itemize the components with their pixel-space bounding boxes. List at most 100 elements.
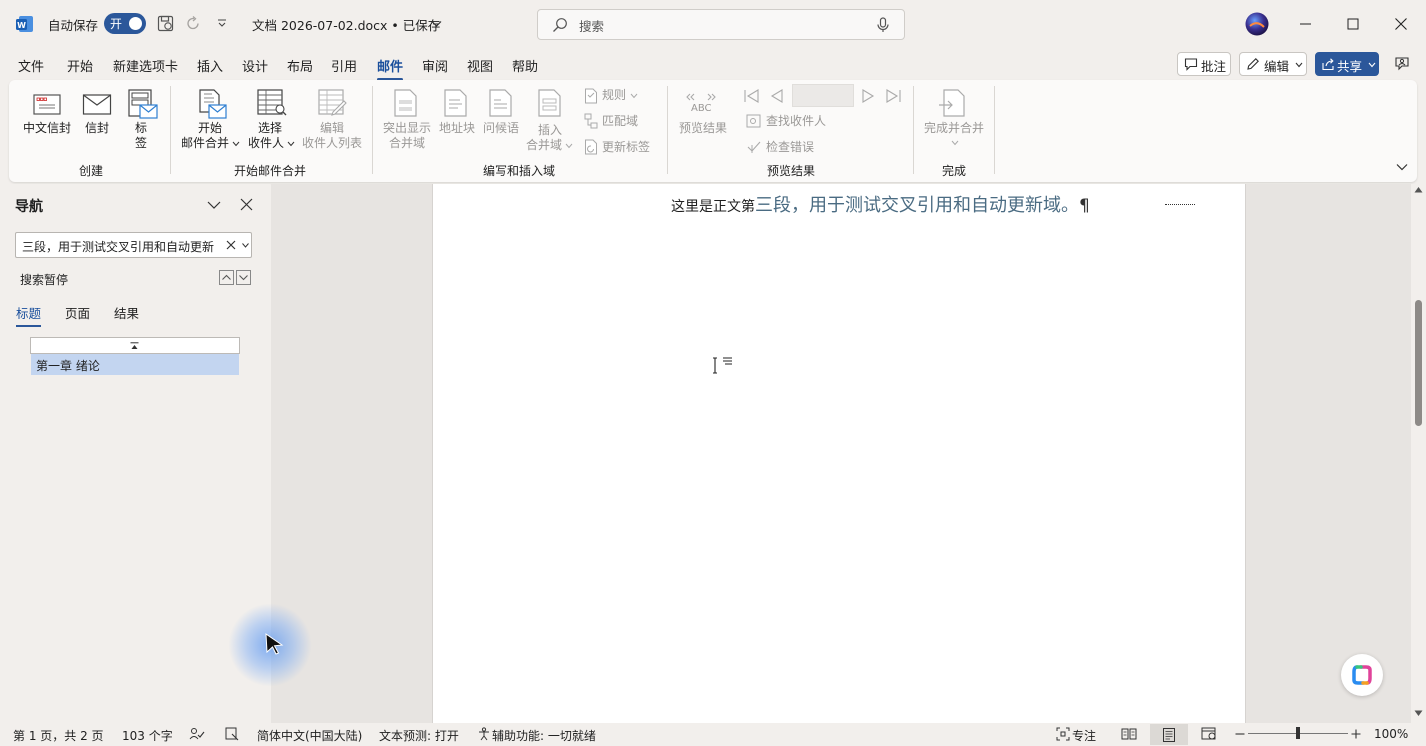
tab-references[interactable]: 引用	[331, 56, 357, 75]
language-status[interactable]: 简体中文(中国大陆)	[257, 727, 362, 744]
avatar[interactable]	[1245, 12, 1269, 36]
nav-scroll-top-bar[interactable]	[30, 337, 240, 354]
vertical-scrollbar[interactable]	[1411, 184, 1426, 723]
read-mode-icon[interactable]	[1121, 727, 1137, 741]
macro-icon[interactable]	[225, 727, 239, 741]
tab-view[interactable]: 视图	[467, 56, 493, 75]
tab-new-tab[interactable]: 新建选项卡	[113, 56, 178, 75]
search-paused-status: 搜索暂停	[20, 273, 69, 287]
close-icon[interactable]	[240, 198, 253, 211]
chinese-envelope-button[interactable]: 中文信封	[20, 121, 74, 136]
match-fields-button[interactable]: 匹配域	[602, 114, 638, 129]
address-block-button[interactable]: 地址块	[436, 121, 478, 136]
collapse-ribbon-icon[interactable]	[1396, 163, 1408, 171]
select-recipients-label-1: 选择	[257, 121, 282, 135]
rules-button[interactable]: 规则	[602, 88, 626, 103]
labels-icon	[127, 88, 159, 120]
close-window-icon[interactable]	[1391, 14, 1411, 34]
last-record-icon[interactable]	[884, 88, 902, 104]
preview-results-button[interactable]: 预览结果	[676, 121, 730, 136]
start-merge-label-1: 开始	[197, 121, 222, 135]
zoom-level[interactable]: 100%	[1374, 727, 1408, 741]
autosave-toggle[interactable]: 开	[104, 13, 146, 34]
scroll-up-arrow-icon[interactable]	[1414, 186, 1423, 193]
labels-button[interactable]: 标 签	[130, 121, 152, 151]
insert-merge-field-button[interactable]: 合并域	[524, 138, 564, 153]
tab-review[interactable]: 审阅	[422, 56, 448, 75]
nav-search-input[interactable]: 三段，用于测试交叉引用和自动更新	[15, 232, 252, 258]
preview-abc-text: ABC	[691, 103, 712, 114]
check-errors-button[interactable]: 检查错误	[766, 140, 814, 155]
search-box[interactable]: 搜索	[537, 9, 905, 40]
chevron-down-icon	[630, 93, 638, 99]
redo-icon[interactable]	[185, 15, 202, 32]
focus-button[interactable]: 专注	[1072, 727, 1096, 744]
greeting-line-button[interactable]: 问候语	[480, 121, 522, 136]
select-recipients-button[interactable]: 收件人	[244, 136, 288, 151]
previous-record-icon[interactable]	[769, 88, 785, 104]
microphone-icon[interactable]	[877, 17, 889, 33]
nav-search-value: 三段，用于测试交叉引用和自动更新	[22, 240, 215, 254]
group-create-label: 创建	[79, 164, 104, 178]
save-icon[interactable]	[157, 15, 174, 32]
envelopes-button[interactable]: 信封	[79, 121, 115, 136]
nav-heading-item[interactable]: 第一章 绪论	[31, 354, 239, 375]
address-block-icon	[442, 88, 470, 120]
chevron-down-icon[interactable]	[207, 200, 221, 210]
clear-search-icon[interactable]	[226, 240, 236, 250]
chevron-down-icon[interactable]	[431, 20, 442, 28]
page-count[interactable]: 第 1 页，共 2 页	[13, 727, 104, 744]
mouse-pointer-icon	[264, 633, 284, 655]
scroll-down-arrow-icon[interactable]	[1414, 710, 1423, 717]
tab-mailings[interactable]: 邮件	[377, 56, 404, 81]
copilot-button[interactable]	[1341, 654, 1383, 696]
text-prediction-status[interactable]: 文本预测: 打开	[379, 727, 459, 744]
zoom-out-icon[interactable]	[1235, 732, 1245, 736]
nav-tab-pages[interactable]: 页面	[65, 303, 90, 322]
print-layout-selected[interactable]	[1150, 724, 1188, 745]
proofing-icon[interactable]	[189, 727, 205, 741]
web-layout-icon[interactable]	[1201, 727, 1217, 741]
paragraph-three[interactable]: 这里是正文第三段，用于测试交叉引用和自动更新域。¶	[671, 191, 1090, 217]
document-title[interactable]: 文档 2026-07-02.docx • 已保存	[252, 15, 440, 34]
comments-label: 批注	[1201, 59, 1227, 74]
maximize-icon[interactable]	[1343, 14, 1363, 34]
document-page[interactable]: 这里是正文第三段，用于测试交叉引用和自动更新域。¶	[432, 184, 1383, 723]
autosave-state: 开	[110, 17, 123, 31]
tab-help[interactable]: 帮助	[512, 56, 538, 75]
nav-tab-results[interactable]: 结果	[114, 303, 139, 322]
editing-mode-button[interactable]: 编辑	[1239, 52, 1307, 76]
minimize-icon[interactable]	[1296, 14, 1316, 34]
edit-recipient-list-button[interactable]: 收件人列表	[300, 136, 364, 151]
update-labels-button[interactable]: 更新标签	[602, 140, 650, 155]
accessibility-status[interactable]: 辅助功能: 一切就绪	[492, 727, 596, 744]
tab-layout[interactable]: 布局	[287, 56, 313, 75]
edit-recipient-list-icon	[317, 88, 349, 120]
next-result-icon[interactable]	[236, 270, 251, 285]
tab-design[interactable]: 设计	[242, 56, 268, 75]
previous-result-icon[interactable]	[219, 270, 234, 285]
tab-insert[interactable]: 插入	[197, 56, 223, 75]
field-dotted-underline	[1165, 204, 1195, 205]
comments-button[interactable]: 批注	[1177, 52, 1231, 76]
copilot-icon	[1351, 664, 1373, 686]
word-count[interactable]: 103 个字	[122, 727, 173, 744]
first-record-icon[interactable]	[743, 88, 761, 104]
finish-merge-button[interactable]: 完成并合并	[922, 121, 986, 136]
zoom-slider-thumb[interactable]	[1296, 727, 1300, 739]
customize-qat-icon[interactable]	[217, 19, 227, 28]
coauthor-icon[interactable]	[1394, 56, 1410, 72]
zoom-in-icon[interactable]	[1351, 729, 1361, 739]
chevron-down-icon[interactable]	[242, 243, 249, 248]
next-record-icon[interactable]	[860, 88, 876, 104]
nav-tab-headings[interactable]: 标题	[16, 303, 42, 327]
focus-icon	[1056, 727, 1070, 741]
tab-home[interactable]: 开始	[67, 56, 93, 75]
scrollbar-thumb[interactable]	[1415, 300, 1422, 426]
highlight-merge-fields-button[interactable]: 合并域	[384, 136, 430, 151]
find-recipient-button[interactable]: 查找收件人	[766, 114, 826, 129]
record-number-input[interactable]	[792, 84, 854, 107]
tab-file[interactable]: 文件	[18, 56, 44, 75]
start-merge-button[interactable]: 邮件合并	[177, 136, 233, 151]
share-button[interactable]: 共享	[1315, 52, 1379, 76]
